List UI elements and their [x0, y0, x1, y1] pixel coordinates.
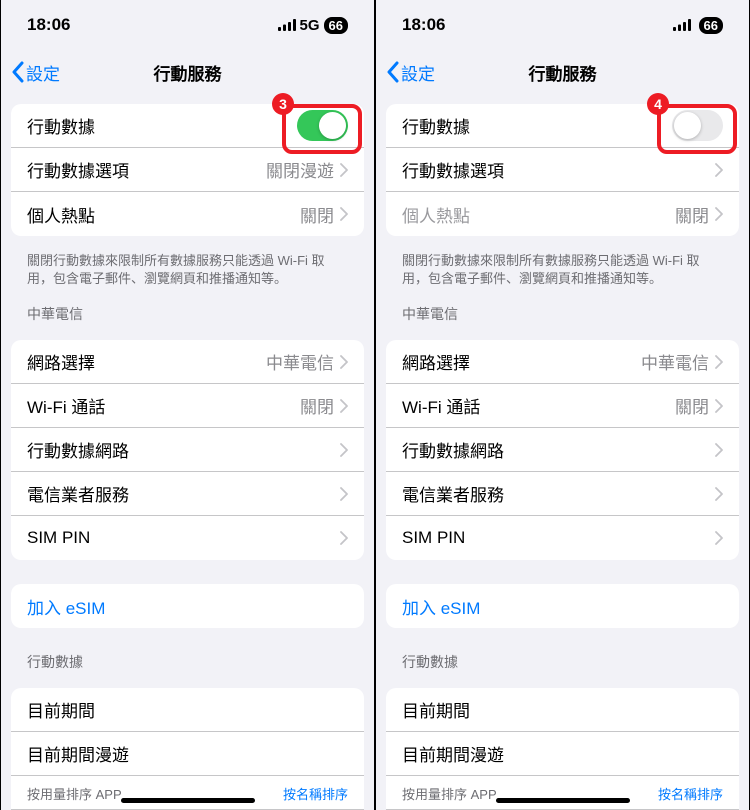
sort-label: 按用量排序 APP [27, 784, 122, 803]
back-label: 設定 [26, 60, 60, 85]
chevron-right-icon [340, 355, 348, 369]
status-bar: 18:06 5G 66 [1, 0, 374, 50]
cellular-label: 行動數據 [27, 113, 297, 138]
chevron-right-icon [340, 443, 348, 457]
hotspot-label: 個人熱點 [402, 202, 675, 227]
row-add-esim[interactable]: 加入 eSIM [386, 584, 739, 628]
chevron-right-icon [715, 355, 723, 369]
row-hotspot[interactable]: 個人熱點 關閉 [11, 192, 364, 236]
options-label: 行動數據選項 [402, 157, 709, 182]
row-current-period[interactable]: 目前期間 [11, 688, 364, 732]
row-network-select[interactable]: 網路選擇中華電信 [11, 340, 364, 384]
signal-icon [278, 19, 296, 31]
back-button[interactable]: 設定 [386, 60, 435, 85]
group-usage: 目前期間 目前期間漫遊 按用量排序 APP 按名稱排序 Safari [11, 688, 364, 810]
carrier-header: 中華電信 [1, 290, 374, 330]
signal-icon [673, 19, 691, 31]
row-sim-pin[interactable]: SIM PIN [386, 516, 739, 560]
cellular-footer: 關閉行動數據來限制所有數據服務只能透過 Wi-Fi 取用，包含電子郵件、瀏覽網頁… [1, 246, 374, 290]
row-current-roaming[interactable]: 目前期間漫遊 [11, 732, 364, 776]
nav-bar: 設定 行動服務 [1, 50, 374, 94]
chevron-right-icon [340, 487, 348, 501]
row-data-network[interactable]: 行動數據網路 [386, 428, 739, 472]
cellular-footer: 關閉行動數據來限制所有數據服務只能透過 Wi-Fi 取用，包含電子郵件、瀏覽網頁… [376, 246, 749, 290]
usage-sort-row: 按用量排序 APP 按名稱排序 [11, 776, 364, 810]
row-network-select[interactable]: 網路選擇中華電信 [386, 340, 739, 384]
status-network: 5G [300, 17, 320, 34]
battery-badge: 66 [699, 17, 723, 34]
home-indicator[interactable] [121, 798, 255, 803]
chevron-right-icon [340, 163, 348, 177]
chevron-right-icon [715, 487, 723, 501]
chevron-right-icon [340, 207, 348, 221]
sort-link[interactable]: 按名稱排序 [283, 784, 348, 803]
status-time: 18:06 [402, 15, 445, 35]
options-label: 行動數據選項 [27, 157, 266, 182]
back-button[interactable]: 設定 [11, 60, 60, 85]
hotspot-value: 關閉 [300, 202, 334, 227]
group-esim: 加入 eSIM [11, 584, 364, 628]
cellular-label: 行動數據 [402, 113, 672, 138]
carrier-header: 中華電信 [376, 290, 749, 330]
chevron-right-icon [340, 531, 348, 545]
nav-bar: 設定 行動服務 [376, 50, 749, 94]
group-carrier: 網路選擇中華電信 Wi-Fi 通話關閉 行動數據網路 電信業者服務 SIM PI… [11, 340, 364, 560]
usage-header: 行動數據 [376, 638, 749, 678]
row-cellular-data[interactable]: 行動數據 [11, 104, 364, 148]
row-cellular-data[interactable]: 行動數據 [386, 104, 739, 148]
row-carrier-services[interactable]: 電信業者服務 [386, 472, 739, 516]
row-hotspot: 個人熱點 關閉 [386, 192, 739, 236]
row-data-network[interactable]: 行動數據網路 [11, 428, 364, 472]
hotspot-label: 個人熱點 [27, 202, 300, 227]
back-label: 設定 [401, 60, 435, 85]
status-bar: 18:06 66 [376, 0, 749, 50]
sort-label: 按用量排序 APP [402, 784, 497, 803]
usage-header: 行動數據 [1, 638, 374, 678]
hotspot-value: 關閉 [675, 202, 709, 227]
chevron-right-icon [715, 163, 723, 177]
group-cellular: 行動數據 行動數據選項 個人熱點 關閉 [386, 104, 739, 236]
chevron-right-icon [715, 443, 723, 457]
row-cellular-options[interactable]: 行動數據選項 關閉漫遊 [11, 148, 364, 192]
row-wifi-calling[interactable]: Wi-Fi 通話關閉 [11, 384, 364, 428]
chevron-right-icon [715, 207, 723, 221]
battery-badge: 66 [324, 17, 348, 34]
row-current-period[interactable]: 目前期間 [386, 688, 739, 732]
chevron-right-icon [715, 531, 723, 545]
cellular-toggle[interactable] [297, 110, 348, 141]
home-indicator[interactable] [496, 798, 630, 803]
group-carrier: 網路選擇中華電信 Wi-Fi 通話關閉 行動數據網路 電信業者服務 SIM PI… [386, 340, 739, 560]
chevron-right-icon [715, 399, 723, 413]
row-sim-pin[interactable]: SIM PIN [11, 516, 364, 560]
row-carrier-services[interactable]: 電信業者服務 [11, 472, 364, 516]
cellular-toggle[interactable] [672, 110, 723, 141]
group-esim: 加入 eSIM [386, 584, 739, 628]
group-usage: 目前期間 目前期間漫遊 按用量排序 APP 按名稱排序 Safari [386, 688, 739, 810]
options-value: 關閉漫遊 [266, 157, 334, 182]
row-current-roaming[interactable]: 目前期間漫遊 [386, 732, 739, 776]
sort-link[interactable]: 按名稱排序 [658, 784, 723, 803]
group-cellular: 行動數據 行動數據選項 關閉漫遊 個人熱點 關閉 [11, 104, 364, 236]
row-cellular-options[interactable]: 行動數據選項 [386, 148, 739, 192]
status-time: 18:06 [27, 15, 70, 35]
row-wifi-calling[interactable]: Wi-Fi 通話關閉 [386, 384, 739, 428]
row-add-esim[interactable]: 加入 eSIM [11, 584, 364, 628]
chevron-right-icon [340, 399, 348, 413]
usage-sort-row: 按用量排序 APP 按名稱排序 [386, 776, 739, 810]
